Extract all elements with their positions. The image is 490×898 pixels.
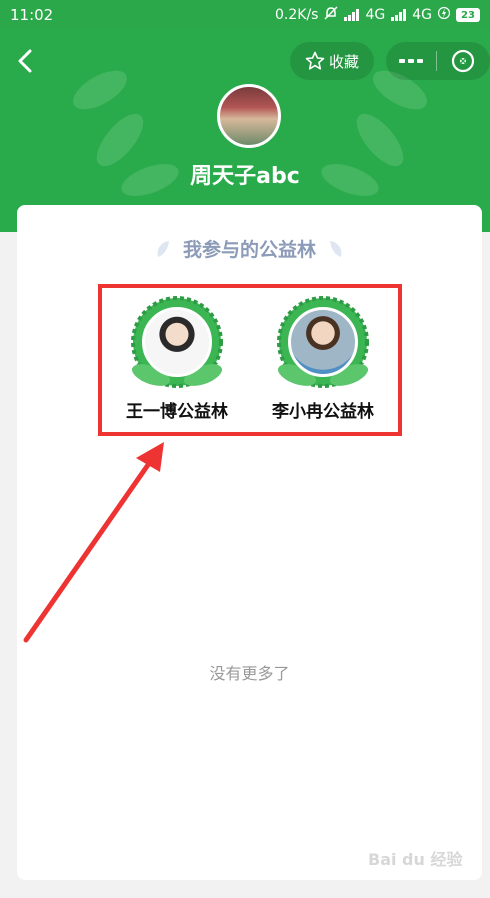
- header: 收藏 周天子abc: [0, 30, 490, 232]
- close-icon: [451, 49, 475, 73]
- favorite-button[interactable]: 收藏: [290, 42, 374, 80]
- status-icons: 0.2K/s 4G 4G 23: [275, 6, 480, 24]
- section-title-text: 我参与的公益林: [182, 239, 316, 261]
- favorite-label: 收藏: [328, 52, 359, 71]
- chevron-left-icon: [18, 49, 32, 73]
- mini-program-capsule: [386, 42, 490, 80]
- forest-item-2[interactable]: 李小冉公益林: [263, 295, 383, 422]
- mute-icon: [324, 6, 338, 24]
- leaf-left-icon: [157, 240, 169, 257]
- signal-label-2: 4G: [412, 7, 432, 23]
- no-more-text: 没有更多了: [209, 664, 290, 683]
- signal-label-1: 4G: [365, 7, 386, 23]
- forest-card: 我参与的公益林 王一博公益林 李小冉公益林 没有更多了: [17, 205, 482, 880]
- more-icon: [399, 59, 423, 63]
- leaf-right-icon: [330, 240, 342, 257]
- forest-badge: [271, 295, 375, 389]
- star-icon: [305, 51, 325, 70]
- signal-icon: [344, 9, 360, 21]
- charging-icon: [437, 6, 451, 24]
- more-button[interactable]: [386, 42, 436, 80]
- forest-item-1[interactable]: 王一博公益林: [117, 295, 237, 422]
- user-avatar: [217, 84, 281, 148]
- forest-photo: [142, 307, 212, 377]
- status-bar: 11:02 0.2K/s 4G 4G 23: [0, 0, 490, 30]
- forest-name: 王一博公益林: [126, 402, 228, 422]
- battery-icon: 23: [456, 8, 480, 22]
- forest-name: 李小冉公益林: [272, 402, 374, 422]
- forest-badge: [125, 295, 229, 389]
- forest-photo: [288, 307, 358, 377]
- username: 周天子abc: [190, 164, 300, 189]
- status-time: 11:02: [10, 6, 54, 24]
- back-button[interactable]: [12, 46, 38, 76]
- section-title: 我参与的公益林: [17, 235, 482, 262]
- watermark: Bai du 经验: [368, 850, 463, 869]
- network-speed: 0.2K/s: [275, 7, 319, 23]
- close-button[interactable]: [437, 42, 489, 80]
- signal-icon-2: [391, 9, 407, 21]
